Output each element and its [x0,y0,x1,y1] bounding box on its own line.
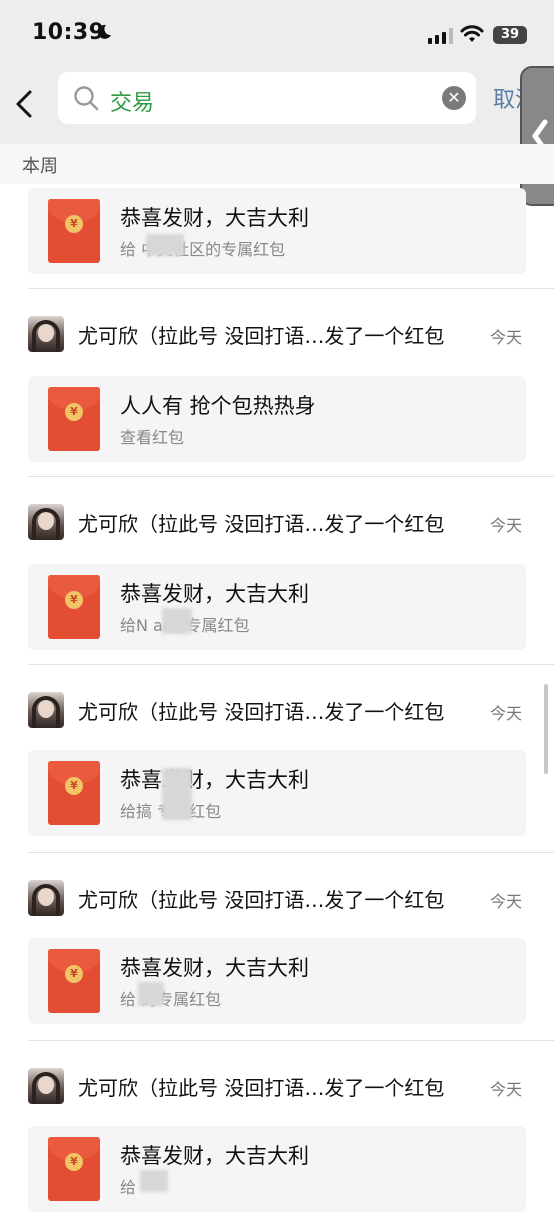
message-header: 尤可欣（拉此号 没回打语…发了一个红包 今天 [0,664,554,744]
avatar [28,880,64,916]
search-input[interactable]: 交易 ✕ [58,72,476,124]
red-envelope-card[interactable]: ¥ 恭喜发财，大吉大利 给 的专属红包 [28,938,526,1024]
red-envelope-icon: ¥ [48,387,100,451]
red-envelope-icon: ¥ [48,949,100,1013]
red-envelope-card[interactable]: ¥ 恭喜发财，大吉大利 给 中文社区的专属红包 [28,188,526,274]
avatar [28,1068,64,1104]
chevron-left-icon[interactable] [12,84,38,124]
message-time: 今天 [490,892,523,911]
card-title: 恭喜发财，大吉大利 [120,956,309,980]
battery-indicator: 39 [493,26,527,44]
red-envelope-card[interactable]: ¥ 人人有 抢个包热热身 查看红包 [28,376,526,462]
red-envelope-icon: ¥ [48,199,100,263]
red-envelope-icon: ¥ [48,761,100,825]
message-time: 今天 [490,1080,523,1099]
moon-icon [97,24,111,39]
card-subtitle: 给 中文社区的专属红包 [120,240,286,259]
card-title: 恭喜发财，大吉大利 [120,768,309,792]
wifi-icon [460,25,484,42]
redaction-blur [140,1170,168,1192]
redaction-blur [146,234,184,256]
sender-line: 尤可欣（拉此号 没回打语…发了一个红包 [78,324,445,348]
card-subtitle: 查看红包 [120,428,185,447]
clear-icon[interactable]: ✕ [442,86,466,110]
edge-tab[interactable] [520,66,554,206]
sender-line: 尤可欣（拉此号 没回打语…发了一个红包 [78,888,445,912]
redaction-blur [162,768,192,820]
search-icon [74,86,99,111]
card-title: 恭喜发财，大吉大利 [120,206,309,230]
search-bar-row: 交易 ✕ 取消 [0,64,554,144]
red-envelope-card[interactable]: ¥ 恭喜发财，大吉大利 给 [28,1126,526,1212]
section-header-label: 本周 [22,156,58,177]
redaction-blur [162,608,192,634]
card-title: 恭喜发财，大吉大利 [120,1144,309,1168]
scrollbar[interactable] [544,684,548,774]
redaction-blur [138,982,164,1006]
red-envelope-card[interactable]: ¥ 恭喜发财，大吉大利 给搞 专属红包 [28,750,526,836]
status-time: 10:39 [32,20,105,45]
message-header: 尤可欣（拉此号 没回打语…发了一个红包 今天 [0,852,554,932]
message-time: 今天 [490,516,523,535]
message-header: 尤可欣（拉此号 没回打语…发了一个红包 今天 [0,1040,554,1120]
card-title: 恭喜发财，大吉大利 [120,582,309,606]
avatar [28,316,64,352]
message-time: 今天 [490,704,523,723]
sender-line: 尤可欣（拉此号 没回打语…发了一个红包 [78,512,445,536]
message-header: 尤可欣（拉此号 没回打语…发了一个红包 今天 [0,476,554,556]
cellular-signal-icon [428,28,453,44]
message-header: 尤可欣（拉此号 没回打语…发了一个红包 今天 [0,288,554,368]
section-header: 本周 [0,144,554,184]
card-subtitle: 给 [120,1178,137,1197]
avatar [28,692,64,728]
red-envelope-card[interactable]: ¥ 恭喜发财，大吉大利 给N ar的专属红包 [28,564,526,650]
red-envelope-icon: ¥ [48,575,100,639]
sender-line: 尤可欣（拉此号 没回打语…发了一个红包 [78,700,445,724]
sender-line: 尤可欣（拉此号 没回打语…发了一个红包 [78,1076,445,1100]
search-query: 交易 [110,91,155,116]
card-title: 人人有 抢个包热热身 [120,394,316,418]
red-envelope-icon: ¥ [48,1137,100,1201]
card-subtitle: 给 的专属红包 [120,990,222,1009]
avatar [28,504,64,540]
status-bar: 10:39 39 [0,0,554,64]
message-time: 今天 [490,328,523,347]
